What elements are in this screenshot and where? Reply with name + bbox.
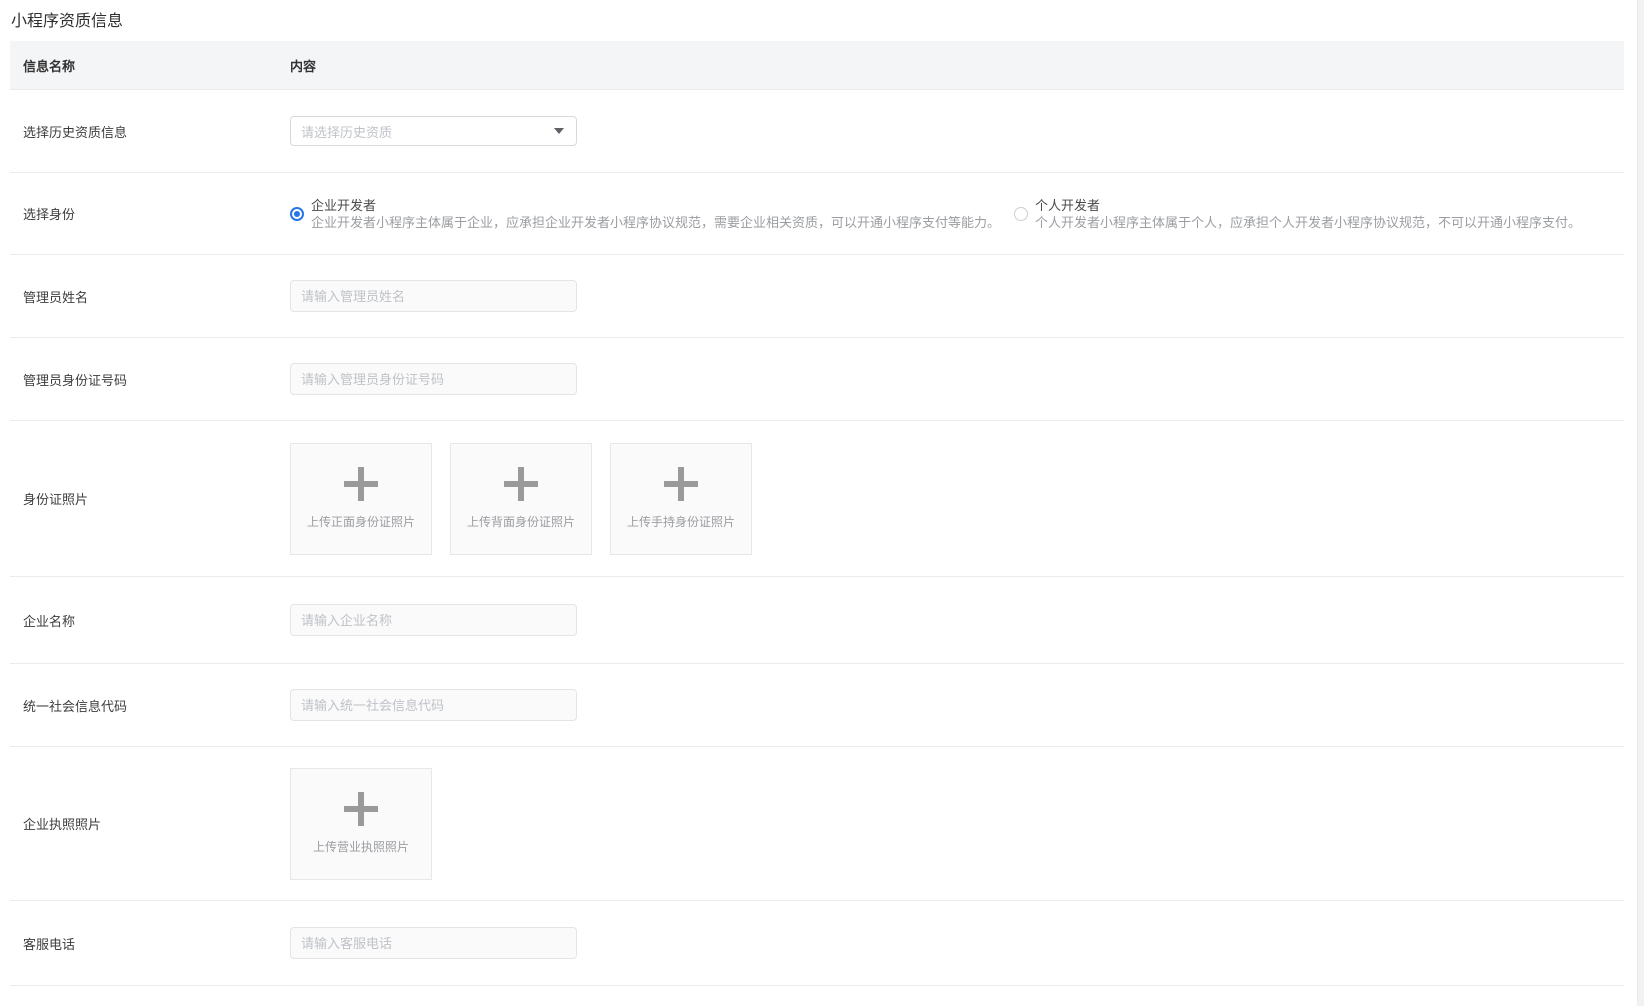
row-label-identity: 选择身份	[10, 204, 290, 223]
upload-id-handheld-label: 上传手持身份证照片	[627, 513, 735, 530]
select-placeholder-text: 请选择历史资质	[301, 122, 554, 141]
radio-option-individual-developer[interactable]: 个人开发者 个人开发者小程序主体属于个人，应承担个人开发者小程序协议规范，不可以…	[1014, 197, 1581, 231]
row-label-service-phone: 客服电话	[10, 934, 290, 953]
license-upload-group: 上传营业执照照片	[290, 768, 432, 880]
upload-id-front-button[interactable]: 上传正面身份证照片	[290, 443, 432, 555]
qualification-table: 信息名称 内容 选择历史资质信息 请选择历史资质 选择身份 企业开发者 企业开发…	[10, 41, 1624, 986]
upload-id-handheld-button[interactable]: 上传手持身份证照片	[610, 443, 752, 555]
service-phone-input[interactable]	[290, 927, 577, 959]
individual-developer-title: 个人开发者	[1035, 197, 1581, 214]
admin-name-input[interactable]	[290, 280, 577, 312]
individual-developer-desc: 个人开发者小程序主体属于个人，应承担个人开发者小程序协议规范，不可以开通小程序支…	[1035, 214, 1581, 231]
page-title: 小程序资质信息	[0, 0, 1644, 41]
row-label-history: 选择历史资质信息	[10, 122, 290, 141]
table-header-row: 信息名称 内容	[10, 41, 1624, 90]
admin-id-input[interactable]	[290, 363, 577, 395]
row-label-admin-id: 管理员身份证号码	[10, 370, 290, 389]
upload-id-back-button[interactable]: 上传背面身份证照片	[450, 443, 592, 555]
identity-radio-group: 企业开发者 企业开发者小程序主体属于企业，应承担企业开发者小程序协议规范，需要企…	[290, 197, 1581, 231]
upload-business-license-button[interactable]: 上传营业执照照片	[290, 768, 432, 880]
radio-option-enterprise-developer[interactable]: 企业开发者 企业开发者小程序主体属于企业，应承担企业开发者小程序协议规范，需要企…	[290, 197, 1000, 231]
table-row-admin-name: 管理员姓名	[10, 255, 1624, 338]
upload-id-front-label: 上传正面身份证照片	[307, 513, 415, 530]
row-label-id-photos: 身份证照片	[10, 489, 290, 508]
enterprise-developer-title: 企业开发者	[311, 197, 1000, 214]
radio-selected-icon[interactable]	[290, 207, 304, 221]
plus-icon	[504, 467, 538, 501]
row-label-company-name: 企业名称	[10, 611, 290, 630]
table-row-admin-id: 管理员身份证号码	[10, 338, 1624, 421]
plus-icon	[344, 792, 378, 826]
history-qualification-select[interactable]: 请选择历史资质	[290, 116, 577, 146]
vertical-scrollbar[interactable]	[1637, 0, 1644, 1006]
company-name-input[interactable]	[290, 604, 577, 636]
social-code-input[interactable]	[290, 689, 577, 721]
plus-icon	[344, 467, 378, 501]
table-row-identity: 选择身份 企业开发者 企业开发者小程序主体属于企业，应承担企业开发者小程序协议规…	[10, 173, 1624, 255]
row-label-admin-name: 管理员姓名	[10, 287, 290, 306]
table-row-id-photos: 身份证照片 上传正面身份证照片 上传背面身份证照片 上传手持身份证照片	[10, 421, 1624, 577]
row-label-license-photo: 企业执照照片	[10, 814, 290, 833]
plus-icon	[664, 467, 698, 501]
caret-down-icon	[554, 128, 564, 134]
table-row-license-photo: 企业执照照片 上传营业执照照片	[10, 747, 1624, 901]
radio-unselected-icon[interactable]	[1014, 207, 1028, 221]
id-photo-upload-group: 上传正面身份证照片 上传背面身份证照片 上传手持身份证照片	[290, 443, 752, 555]
table-row-social-code: 统一社会信息代码	[10, 664, 1624, 747]
header-content: 内容	[290, 56, 1624, 75]
header-info-name: 信息名称	[10, 56, 290, 75]
upload-id-back-label: 上传背面身份证照片	[467, 513, 575, 530]
table-row-company-name: 企业名称	[10, 577, 1624, 664]
upload-business-license-label: 上传营业执照照片	[313, 838, 409, 855]
table-row-service-phone: 客服电话	[10, 901, 1624, 986]
enterprise-developer-desc: 企业开发者小程序主体属于企业，应承担企业开发者小程序协议规范，需要企业相关资质，…	[311, 214, 1000, 231]
table-row-history-qualification: 选择历史资质信息 请选择历史资质	[10, 90, 1624, 173]
row-label-social-code: 统一社会信息代码	[10, 696, 290, 715]
